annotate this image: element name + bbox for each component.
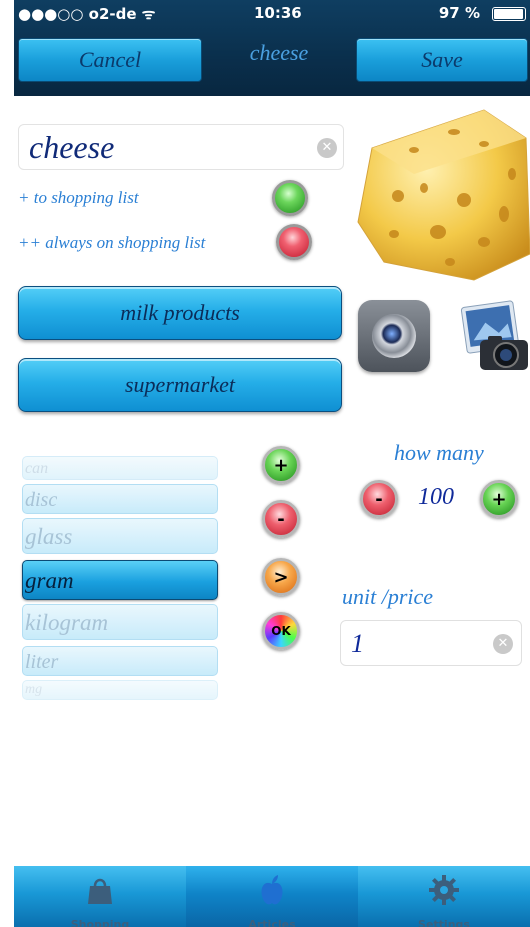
app-screen: ●●●○○ o2-de ᯤ 10:36 97 % Cancel cheese S… [14,0,530,927]
picker-row[interactable]: disc [22,484,218,514]
item-name-value[interactable]: cheese [29,129,114,166]
tab-bar: Shopping Articles Settings [14,866,530,927]
increase-quantity-button[interactable]: + [480,480,518,518]
carrier-label: ●●●○○ o2-de [18,5,137,23]
shopping-bag-icon [88,878,112,904]
picker-row-selected[interactable]: gram [22,560,218,600]
clear-name-icon[interactable]: ✕ [317,138,337,158]
always-shopping-list-toggle[interactable] [276,224,312,260]
battery-percent: 97 % [438,4,480,22]
ok-button-label: OK [271,624,291,638]
tab-articles[interactable]: Articles [186,866,358,927]
tab-articles-label: Articles [248,918,296,927]
add-unit-button[interactable]: + [262,446,300,484]
photo-library-icon[interactable] [458,300,530,372]
store-button[interactable]: supermarket [18,358,342,412]
picker-row[interactable]: kilogram [22,604,218,640]
cancel-button[interactable]: Cancel [18,38,202,82]
picker-row[interactable]: liter [22,646,218,676]
page-title: cheese [249,40,309,65]
ok-button[interactable]: OK [262,612,300,650]
tab-settings-label: Settings [418,918,470,927]
wifi-icon: ᯤ [141,5,156,23]
unit-price-value[interactable]: 1 [351,629,364,659]
clear-price-icon[interactable]: ✕ [493,634,513,654]
tab-shopping[interactable]: Shopping [14,866,186,927]
gear-icon [429,875,459,905]
to-shopping-list-label: + to shopping list [18,188,139,207]
status-bar: ●●●○○ o2-de ᯤ 10:36 97 % [14,0,530,36]
cheese-photo[interactable] [354,104,530,282]
clock: 10:36 [254,4,302,22]
next-unit-button[interactable]: > [262,558,300,596]
navigation-bar: ●●●○○ o2-de ᯤ 10:36 97 % Cancel cheese S… [14,0,530,96]
how-many-label: how many [394,440,484,465]
tab-shopping-label: Shopping [70,918,130,927]
apple-icon [261,875,283,905]
picker-row[interactable]: glass [22,518,218,554]
battery-icon [492,7,526,21]
unit-price-label: unit /price [342,584,434,609]
picker-row[interactable]: mg [22,680,218,700]
save-button[interactable]: Save [356,38,528,82]
decrease-quantity-button[interactable]: - [360,480,398,518]
quantity-value: 100 [418,484,454,510]
item-name-field[interactable]: cheese ✕ [18,124,344,170]
to-shopping-list-toggle[interactable] [272,180,308,216]
remove-unit-button[interactable]: - [262,500,300,538]
tab-settings[interactable]: Settings [358,866,530,927]
category-button[interactable]: milk products [18,286,342,340]
camera-lens-icon [372,314,416,358]
carrier-signal: ●●●○○ o2-de ᯤ [18,4,155,24]
always-shopping-list-label: ++ always on shopping list [18,233,206,252]
picker-row[interactable]: can [22,456,218,480]
unit-price-field[interactable]: 1 ✕ [340,620,522,666]
camera-icon[interactable] [358,300,430,372]
